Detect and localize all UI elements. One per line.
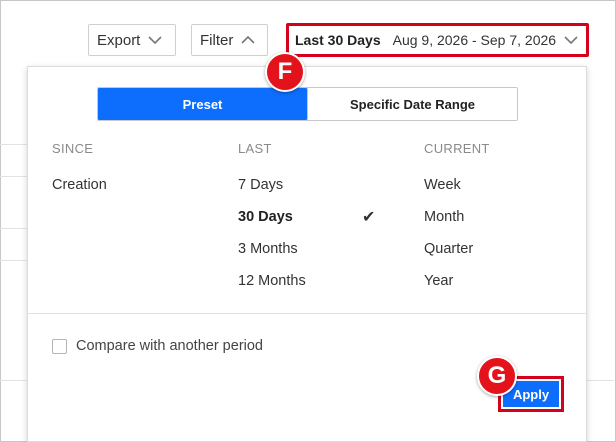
chevron-up-icon (241, 35, 255, 44)
tab-preset[interactable]: Preset (98, 88, 307, 120)
background-divider (0, 144, 28, 145)
annotation-badge-g: G (477, 356, 517, 396)
current-column: CURRENT Week Month Quarter Year (424, 141, 490, 297)
chevron-down-icon (148, 36, 162, 45)
preset-mode-toggle: Preset Specific Date Range (97, 87, 518, 121)
filter-button[interactable]: Filter (191, 24, 268, 56)
background-divider (0, 260, 28, 261)
tab-specific-date-range[interactable]: Specific Date Range (307, 88, 517, 120)
current-header: CURRENT (424, 141, 490, 156)
option-7-days[interactable]: 7 Days (238, 169, 398, 201)
date-range-label: Aug 9, 2026 - Sep 7, 2026 (392, 32, 557, 48)
export-label: Export (97, 31, 141, 49)
export-button[interactable]: Export (88, 24, 176, 56)
date-range-button[interactable]: Last 30 Days Aug 9, 2026 - Sep 7, 2026 (286, 23, 589, 57)
option-week[interactable]: Week (424, 169, 490, 201)
checkmark-icon: ✔ (362, 209, 376, 226)
compare-period-checkbox[interactable]: Compare with another period (52, 338, 263, 354)
since-header: SINCE (52, 141, 94, 156)
compare-label: Compare with another period (76, 338, 263, 354)
since-column: SINCE Creation (52, 141, 107, 201)
filter-label: Filter (200, 31, 234, 49)
option-creation[interactable]: Creation (52, 169, 107, 201)
option-12-months[interactable]: 12 Months (238, 265, 398, 297)
checkbox-box[interactable] (52, 338, 67, 354)
panel-divider (28, 313, 586, 314)
chevron-down-icon (564, 36, 578, 45)
date-preset-label: Last 30 Days (295, 32, 381, 48)
annotation-badge-f: F (265, 52, 305, 92)
background-divider (0, 228, 28, 229)
last-header: LAST (238, 141, 272, 156)
option-month[interactable]: Month (424, 201, 490, 233)
background-divider (0, 176, 28, 177)
option-3-months[interactable]: 3 Months (238, 233, 398, 265)
option-quarter[interactable]: Quarter (424, 233, 490, 265)
option-year[interactable]: Year (424, 265, 490, 297)
